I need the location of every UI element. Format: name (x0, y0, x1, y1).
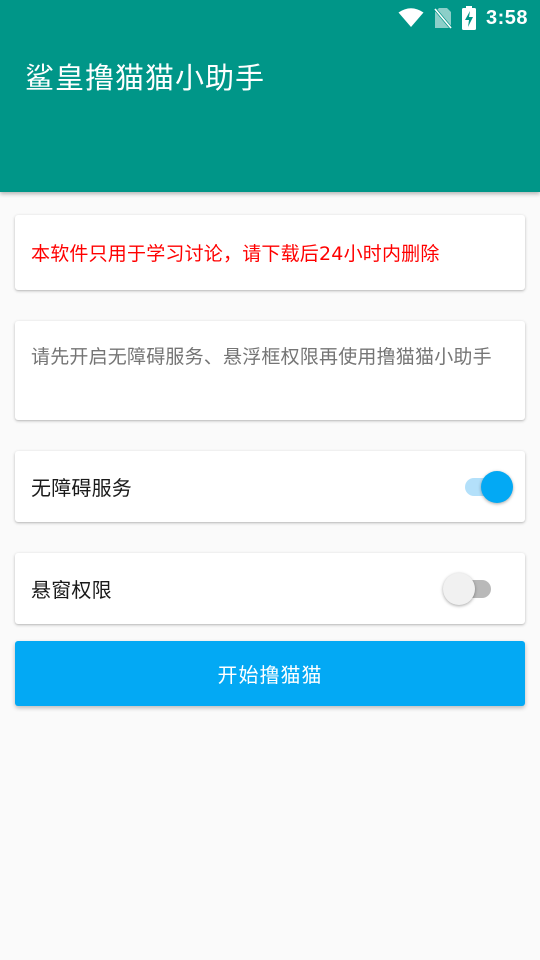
start-button[interactable]: 开始撸猫猫 (15, 641, 525, 706)
no-sim-icon (433, 7, 452, 29)
switch-thumb[interactable] (481, 470, 513, 503)
overlay-permission-switch[interactable] (443, 569, 495, 609)
wifi-icon (398, 8, 424, 28)
disclaimer-text: 本软件只用于学习讨论，请下载后24小时内删除 (31, 243, 440, 265)
accessibility-service-switch[interactable] (461, 467, 513, 507)
overlay-permission-row[interactable]: 悬窗权限 (15, 553, 525, 624)
app-title: 鲨皇撸猫猫小助手 (25, 61, 266, 95)
instruction-card: 请先开启无障碍服务、悬浮框权限再使用撸猫猫小助手 (15, 321, 525, 420)
accessibility-service-label: 无障碍服务 (31, 476, 132, 500)
disclaimer-card: 本软件只用于学习讨论，请下载后24小时内删除 (15, 215, 525, 290)
switch-thumb[interactable] (443, 572, 475, 605)
instruction-text: 请先开启无障碍服务、悬浮框权限再使用撸猫猫小助手 (31, 346, 492, 368)
overlay-permission-label: 悬窗权限 (31, 578, 112, 602)
app-bar: 3:58 鲨皇撸猫猫小助手 (0, 0, 540, 192)
status-bar: 3:58 (0, 0, 540, 36)
battery-charging-icon (461, 6, 476, 30)
accessibility-service-row[interactable]: 无障碍服务 (15, 451, 525, 522)
status-time: 3:58 (485, 6, 528, 29)
